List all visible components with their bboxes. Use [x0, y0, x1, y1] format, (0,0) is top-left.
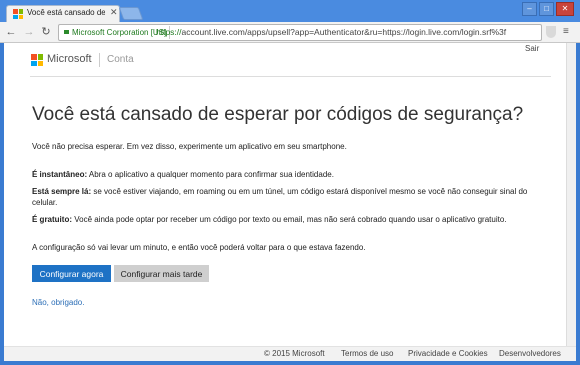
menu-icon[interactable]: ≡ — [563, 26, 569, 37]
browser-tab[interactable]: Você está cansado de esp ✕ — [6, 5, 120, 23]
scrollbar[interactable] — [566, 43, 576, 346]
page-title: Você está cansado de esperar por códigos… — [32, 104, 524, 125]
signout-link[interactable]: Sair — [525, 44, 539, 53]
url-text[interactable]: https://account.live.com/apps/upsell?app… — [156, 26, 534, 39]
footer-terms-link[interactable]: Termos de uso — [341, 349, 393, 358]
page-content: Sair Microsoft Conta Você está cansado d… — [4, 43, 576, 361]
new-tab-button[interactable] — [118, 7, 144, 20]
benefit-instant-title: É instantâneo: — [32, 170, 88, 179]
microsoft-favicon-icon — [13, 9, 23, 19]
tab-title: Você está cansado de esp — [27, 8, 105, 17]
setup-later-button[interactable]: Configurar mais tarde — [114, 265, 209, 282]
header-divider — [99, 53, 100, 67]
intro-text: Você não precisa esperar. Em vez disso, … — [32, 142, 347, 151]
page-footer: © 2015 Microsoft Termos de uso Privacida… — [4, 346, 576, 361]
extension-shield-icon[interactable] — [546, 26, 556, 38]
benefit-free-title: É gratuito: — [32, 215, 72, 224]
address-bar[interactable]: Microsoft Corporation [US] https://accou… — [58, 24, 542, 41]
benefit-instant-text: Abra o aplicativo a qualquer momento par… — [87, 170, 334, 179]
maximize-button[interactable]: □ — [539, 2, 554, 16]
minimize-button[interactable]: – — [522, 2, 537, 16]
benefit-always-title: Está sempre lá: — [32, 187, 92, 196]
no-thanks-link[interactable]: Não, obrigado. — [32, 298, 84, 307]
setup-text: A configuração só vai levar um minuto, e… — [32, 243, 366, 252]
reload-icon[interactable]: ↻ — [39, 25, 53, 39]
url-scheme: https:// — [156, 27, 182, 37]
title-bar: Você está cansado de esp ✕ – □ ✕ — [0, 0, 580, 23]
footer-developers-link[interactable]: Desenvolvedores — [499, 349, 561, 358]
ev-certificate-badge[interactable]: Microsoft Corporation [US] — [61, 26, 171, 39]
close-window-button[interactable]: ✕ — [556, 2, 574, 16]
microsoft-logo-icon — [31, 54, 43, 66]
ev-label: Microsoft Corporation [US] — [72, 28, 167, 37]
url-path: account.live.com/apps/upsell?app=Authent… — [181, 27, 507, 37]
browser-window: Você está cansado de esp ✕ – □ ✕ ← → ↻ M… — [0, 0, 580, 365]
lock-icon — [64, 29, 69, 34]
tab-close-icon[interactable]: ✕ — [110, 7, 118, 18]
benefit-always-text: se você estiver viajando, em roaming ou … — [32, 187, 528, 207]
browser-toolbar: ← → ↻ Microsoft Corporation [US] https:/… — [0, 22, 580, 43]
back-arrow-icon[interactable]: ← — [4, 25, 18, 39]
benefit-free: É gratuito: Você ainda pode optar por re… — [32, 214, 552, 225]
brand-name: Microsoft — [47, 53, 92, 65]
footer-privacy-link[interactable]: Privacidade e Cookies — [408, 349, 488, 358]
setup-now-button[interactable]: Configurar agora — [32, 265, 111, 282]
section-name: Conta — [107, 54, 134, 65]
header-rule — [30, 76, 551, 77]
benefit-instant: É instantâneo: Abra o aplicativo a qualq… — [32, 169, 552, 180]
footer-copyright: © 2015 Microsoft — [264, 349, 325, 358]
benefit-free-text: Você ainda pode optar por receber um cód… — [72, 215, 507, 224]
benefit-always: Está sempre lá: se você estiver viajando… — [32, 186, 552, 208]
forward-arrow-icon[interactable]: → — [22, 25, 36, 39]
